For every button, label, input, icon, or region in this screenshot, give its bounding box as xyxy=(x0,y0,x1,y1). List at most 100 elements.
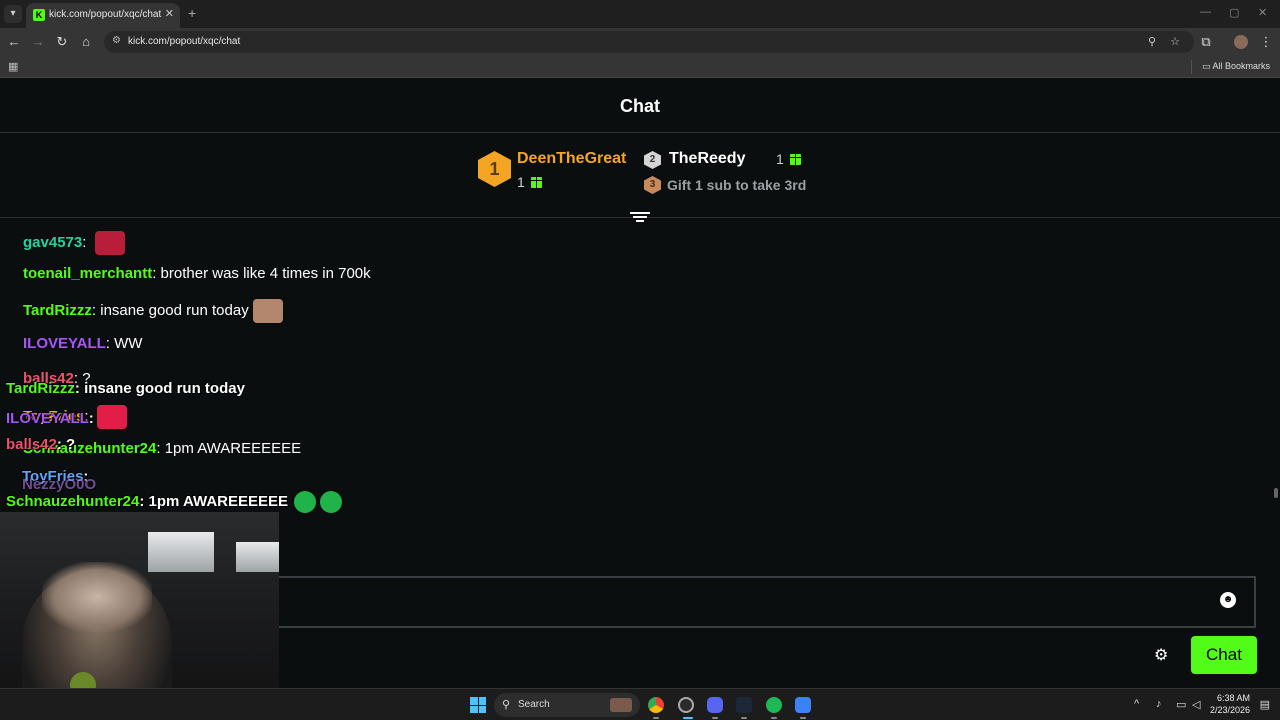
leaderboard-first-name[interactable]: DeenTheGreat xyxy=(517,150,626,168)
bookmarks-bar: ▦ ▭ All Bookmarks xyxy=(0,56,1280,78)
rank-1-medal-icon: 1 xyxy=(478,151,511,187)
close-window-icon[interactable]: ✕ xyxy=(1258,6,1267,19)
tab-close-icon[interactable]: ✕ xyxy=(165,7,174,20)
emoji-picker-icon[interactable]: ☻ xyxy=(1220,592,1236,608)
chat-message: toenail_merchantt: brother was like 4 ti… xyxy=(23,265,371,282)
url-bar[interactable]: ⚙ kick.com/popout/xqc/chat ⚲ ☆ xyxy=(104,31,1194,53)
overlay-chat-line: balls42: ? xyxy=(6,436,75,453)
message-text: brother was like 4 times in 700k xyxy=(160,265,371,282)
profile-avatar[interactable] xyxy=(1234,35,1248,49)
back-icon[interactable]: ← xyxy=(6,34,22,49)
notifications-icon[interactable]: ▤ xyxy=(1260,698,1270,711)
gift-icon xyxy=(789,154,801,165)
reload-icon[interactable]: ↻ xyxy=(54,34,70,50)
overlay-username: ILOVEYALL xyxy=(6,410,89,427)
browser-tab[interactable]: K kick.com/popout/xqc/chat ✕ xyxy=(26,3,180,28)
webcam-window xyxy=(148,532,214,572)
overlay-chat-line: NezzyO0O xyxy=(22,476,96,493)
address-bar-row: ← → ↻ ⌂ ⚙ kick.com/popout/xqc/chat ⚲ ☆ ⧉… xyxy=(0,28,1280,56)
chrome-icon[interactable] xyxy=(648,697,664,713)
gift-leaderboard: 1 DeenTheGreat 1 2 TheReedy 1 3 Gift 1 s… xyxy=(0,134,1280,218)
search-label: Search xyxy=(518,699,550,710)
taskbar-clock[interactable]: 6:38 AM 2/23/2026 xyxy=(1210,692,1250,716)
rank-3-medal-icon: 3 xyxy=(644,176,661,194)
new-tab-icon[interactable]: + xyxy=(188,5,196,21)
all-bookmarks-button[interactable]: ▭ All Bookmarks xyxy=(1202,61,1270,72)
search-highlight-icon xyxy=(610,698,632,712)
overlay-username: Schnauzehunter24 xyxy=(6,493,140,510)
pinned-toggle-icon[interactable] xyxy=(630,210,650,228)
browser-menu-icon[interactable]: ⋮ xyxy=(1258,34,1274,50)
taskbar-search[interactable]: ⚲ Search xyxy=(494,693,640,717)
microphone-icon[interactable]: ♪ xyxy=(1156,698,1162,710)
leaderboard-first-count: 1 xyxy=(517,174,542,190)
url-text[interactable]: kick.com/popout/xqc/chat xyxy=(128,36,240,47)
extensions-icon[interactable]: ⧉ xyxy=(1198,34,1214,50)
overlay-colon: : xyxy=(74,380,85,397)
clock-date: 2/23/2026 xyxy=(1209,705,1250,715)
chat-settings-gear-icon[interactable]: ⚙ xyxy=(1154,645,1168,665)
bookmarks-divider xyxy=(1191,60,1192,74)
chat-username[interactable]: toenail_merchantt xyxy=(23,265,152,282)
message-colon: : xyxy=(91,301,101,319)
all-bookmarks-label: All Bookmarks xyxy=(1212,61,1270,71)
message-colon: : xyxy=(82,233,91,251)
kick-favicon-icon: K xyxy=(33,9,45,21)
chat-username[interactable]: TardRizzz xyxy=(23,302,92,319)
home-icon[interactable]: ⌂ xyxy=(78,34,94,49)
app-icon[interactable] xyxy=(795,697,811,713)
maximize-icon[interactable]: ▢ xyxy=(1229,6,1239,19)
streamer-hands xyxy=(42,562,152,632)
windows-start-icon[interactable] xyxy=(470,697,486,713)
overlay-colon: : xyxy=(56,436,67,453)
bookmark-star-icon[interactable]: ☆ xyxy=(1170,35,1180,48)
overlay-text: insane good run today xyxy=(84,380,245,397)
overlay-username: TardRizzz xyxy=(6,380,75,397)
webcam-window xyxy=(236,542,279,572)
message-text: insane good run today xyxy=(100,301,249,319)
active-indicator xyxy=(683,717,693,719)
clock-time: 6:38 AM xyxy=(1216,693,1250,703)
forward-icon[interactable]: → xyxy=(30,34,46,49)
overlay-text: 1pm AWAREEEEEE xyxy=(148,493,289,510)
overlay-chat-line: Schnauzehunter24: 1pm AWAREEEEEE xyxy=(6,493,288,510)
site-info-icon[interactable]: ⚙ xyxy=(112,35,121,46)
send-chat-button[interactable]: Chat xyxy=(1191,636,1257,674)
emote-icon xyxy=(94,231,125,255)
steam-icon[interactable] xyxy=(736,697,752,713)
tab-search-icon[interactable]: ▾ xyxy=(4,5,22,23)
windows-taskbar: ⚲ Search ^ ♪ ▭ ◁ 6:38 AM 2/23/2026 ▤ xyxy=(0,688,1280,720)
chat-message: TardRizzz: insane good run today xyxy=(23,299,283,323)
overlay-colon: : xyxy=(88,410,94,427)
message-colon: : xyxy=(105,335,115,352)
chat-username[interactable]: ILOVEYALL xyxy=(23,335,106,352)
zoom-icon[interactable]: ⚲ xyxy=(1148,35,1156,48)
second-count-value: 1 xyxy=(776,151,784,167)
chat-header: Chat xyxy=(0,79,1280,133)
minimize-icon[interactable]: — xyxy=(1200,6,1211,18)
running-indicator xyxy=(800,717,806,719)
chat-username[interactable]: gav4573 xyxy=(23,234,82,251)
discord-icon[interactable] xyxy=(707,697,723,713)
gift-icon xyxy=(530,177,542,188)
rank-2-medal-icon: 2 xyxy=(644,151,661,169)
spotify-icon[interactable] xyxy=(766,697,782,713)
scrollbar-thumb[interactable] xyxy=(1274,488,1278,498)
stream-overlay-chat: TardRizzz: insane good run today ILOVEYA… xyxy=(0,380,360,520)
leaderboard-second-name[interactable]: TheReedy xyxy=(669,150,745,168)
network-icon[interactable]: ▭ xyxy=(1176,698,1186,711)
running-indicator xyxy=(771,717,777,719)
volume-icon[interactable]: ◁ xyxy=(1192,698,1200,711)
chat-title: Chat xyxy=(620,96,660,116)
message-colon: : xyxy=(152,265,161,282)
chat-message: gav4573: xyxy=(23,231,125,255)
obs-icon[interactable] xyxy=(678,697,694,713)
running-indicator xyxy=(741,717,747,719)
running-indicator xyxy=(653,717,659,719)
tray-overflow-icon[interactable]: ^ xyxy=(1134,698,1139,710)
emote-icon xyxy=(252,299,283,323)
overlay-colon: : xyxy=(139,493,149,510)
running-indicator xyxy=(712,717,718,719)
apps-grid-icon[interactable]: ▦ xyxy=(8,60,18,73)
overlay-chat-line: TardRizzz: insane good run today xyxy=(6,380,245,397)
